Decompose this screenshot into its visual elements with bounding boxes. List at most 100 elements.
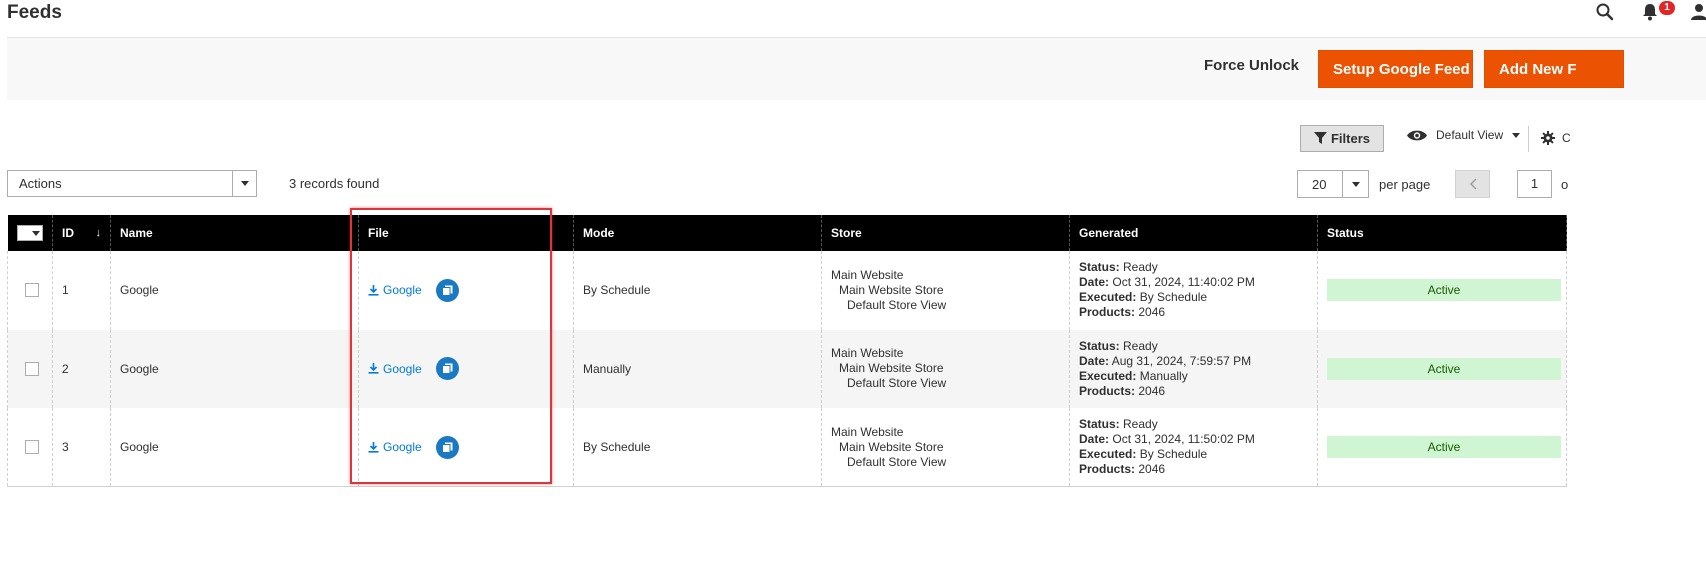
id-cell: 1 — [52, 251, 111, 330]
store-website: Main Website — [831, 424, 904, 439]
file-link-label: Google — [383, 440, 422, 454]
column-header-store[interactable]: Store — [821, 215, 1070, 251]
gen-products-value: 2046 — [1138, 383, 1166, 398]
records-count: 3 records found — [289, 176, 380, 191]
previous-page-button[interactable] — [1455, 170, 1490, 198]
gen-date-value: Oct 31, 2024, 11:40:02 PM — [1112, 275, 1255, 290]
store-group: Main Website Store — [839, 282, 944, 297]
chevron-down-icon — [232, 171, 256, 196]
setup-google-feed-button[interactable]: Setup Google Feed — [1318, 50, 1473, 88]
store-website: Main Website — [831, 267, 904, 282]
gen-products-label: Products: — [1079, 305, 1136, 320]
per-page-label: per page — [1379, 177, 1431, 192]
filter-icon — [1313, 132, 1327, 144]
search-icon[interactable] — [1595, 2, 1615, 22]
row-checkbox[interactable] — [25, 361, 39, 376]
table-row[interactable]: 3 Google Google By Schedule Main Website — [7, 408, 1567, 487]
gen-status-label: Status: — [1079, 338, 1120, 353]
store-group: Main Website Store — [839, 439, 944, 454]
gen-executed-label: Executed: — [1079, 290, 1137, 305]
gen-status-label: Status: — [1079, 417, 1120, 431]
mode-cell: By Schedule — [573, 251, 822, 330]
copy-link-button[interactable] — [435, 357, 459, 381]
gen-date-label: Date: — [1079, 353, 1110, 368]
column-header-generated[interactable]: Generated — [1069, 215, 1318, 251]
store-cell: Main Website Main Website Store Default … — [821, 329, 1070, 408]
store-view: Default Store View — [847, 454, 947, 469]
bell-icon[interactable] — [1640, 2, 1660, 22]
store-view: Default Store View — [847, 376, 947, 391]
chevron-down-icon — [1512, 132, 1521, 138]
sort-arrow-icon: ↓ — [95, 227, 102, 239]
store-group: Main Website Store — [839, 361, 944, 376]
copy-icon — [441, 442, 453, 453]
mass-actions-label: Actions — [19, 176, 62, 191]
per-page-select[interactable]: 20 — [1297, 170, 1369, 198]
mass-actions-select[interactable]: Actions — [7, 170, 257, 197]
table-row[interactable]: 1 Google Google By Schedule Main Website — [7, 251, 1567, 330]
gen-executed-label: Executed: — [1079, 447, 1137, 461]
file-cell: Google — [358, 251, 574, 330]
page-number-input[interactable]: 1 — [1517, 170, 1552, 198]
file-cell: Google — [358, 408, 574, 487]
view-label: Default View — [1436, 128, 1504, 142]
user-icon[interactable] — [1689, 2, 1706, 22]
row-select-cell — [7, 408, 53, 487]
column-header-id[interactable]: ID ↓ — [52, 215, 111, 251]
mass-select-header — [7, 215, 53, 251]
force-unlock-button[interactable]: Force Unlock — [1204, 57, 1299, 74]
id-cell: 2 — [52, 329, 111, 408]
add-new-feed-button[interactable]: Add New F — [1484, 50, 1624, 88]
gen-status-value: Ready — [1123, 417, 1158, 431]
gen-date-label: Date: — [1079, 275, 1110, 290]
name-cell: Google — [110, 408, 359, 487]
mass-select-checkbox[interactable] — [16, 225, 43, 241]
column-header-name[interactable]: Name — [110, 215, 359, 251]
name-cell: Google — [110, 329, 359, 408]
gen-executed-value: By Schedule — [1139, 447, 1208, 461]
column-header-file[interactable]: File — [358, 215, 574, 251]
gen-status-value: Ready — [1123, 260, 1158, 275]
row-checkbox[interactable] — [25, 440, 39, 454]
row-checkbox[interactable] — [25, 283, 39, 298]
toolbar-divider — [1528, 126, 1529, 152]
copy-link-button[interactable] — [435, 435, 459, 459]
eye-icon — [1407, 130, 1427, 140]
gen-executed-value: Manually — [1139, 368, 1188, 383]
gen-products-label: Products: — [1079, 462, 1136, 476]
status-badge: Active — [1327, 357, 1561, 380]
store-cell: Main Website Main Website Store Default … — [821, 408, 1070, 487]
generated-cell: Status: Ready Date: Oct 31, 2024, 11:50:… — [1069, 408, 1318, 487]
file-download-link[interactable]: Google — [368, 362, 422, 376]
id-cell: 3 — [52, 408, 111, 487]
gen-date-value: Oct 31, 2024, 11:50:02 PM — [1112, 432, 1255, 446]
store-view: Default Store View — [847, 297, 947, 312]
per-page-value: 20 — [1312, 177, 1327, 192]
name-cell: Google — [110, 251, 359, 330]
gen-executed-label: Executed: — [1079, 368, 1137, 383]
filters-label: Filters — [1330, 131, 1370, 146]
filters-button[interactable]: Filters — [1300, 125, 1384, 152]
column-header-status[interactable]: Status — [1317, 215, 1567, 251]
view-switcher[interactable]: Default View — [1407, 128, 1521, 142]
table-row[interactable]: 2 Google Google Manually Main Website Ma… — [7, 329, 1567, 408]
status-cell: Active — [1317, 251, 1567, 330]
gen-products-value: 2046 — [1138, 462, 1166, 476]
file-link-label: Google — [383, 361, 422, 376]
mode-cell: By Schedule — [573, 408, 822, 487]
status-cell: Active — [1317, 329, 1567, 408]
gear-icon[interactable] — [1541, 131, 1555, 145]
column-header-mode[interactable]: Mode — [573, 215, 822, 251]
chevron-down-icon — [1342, 171, 1368, 197]
row-select-cell — [7, 251, 53, 330]
copy-icon — [441, 363, 453, 375]
gen-products-label: Products: — [1079, 383, 1136, 398]
file-download-link[interactable]: Google — [368, 440, 422, 454]
generated-cell: Status: Ready Date: Aug 31, 2024, 7:59:5… — [1069, 329, 1318, 408]
columns-label[interactable]: C — [1562, 131, 1571, 145]
copy-link-button[interactable] — [435, 278, 459, 302]
chevron-left-icon — [1469, 178, 1477, 190]
generated-cell: Status: Ready Date: Oct 31, 2024, 11:40:… — [1069, 251, 1318, 330]
file-download-link[interactable]: Google — [368, 283, 422, 297]
status-badge: Active — [1327, 279, 1561, 302]
